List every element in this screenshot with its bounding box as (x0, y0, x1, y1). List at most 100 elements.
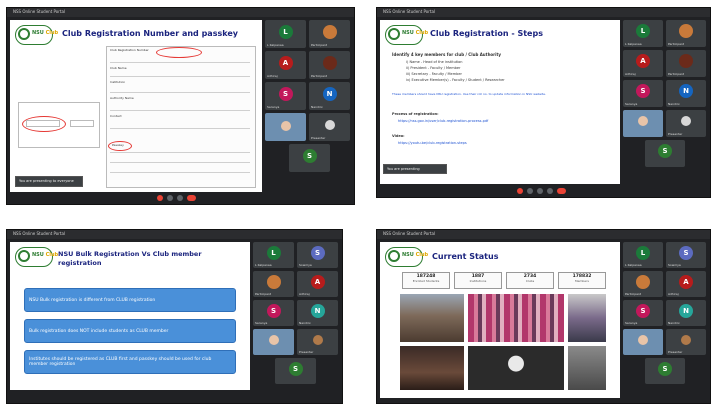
participant-tile[interactable]: N Nandini (297, 300, 338, 326)
participant-avatar: S (658, 144, 672, 159)
participant-photo (324, 119, 335, 130)
logo-accent: Club (415, 252, 429, 258)
participant-tile[interactable]: Participant (309, 51, 350, 79)
end-call-button[interactable] (557, 188, 566, 194)
form-field-label: Authority Name (110, 96, 134, 100)
popup-input[interactable] (70, 120, 94, 127)
popup-input[interactable] (26, 120, 60, 127)
participant-photo (679, 54, 693, 69)
logo-emblem-icon (388, 28, 400, 40)
window-titlebar: NSS Online Student Portal (7, 230, 342, 239)
participant-tile[interactable]: L L Kalpanaa (623, 242, 663, 268)
participant-tile[interactable]: S (645, 140, 685, 167)
comparison-point: Bulk registration does NOT include stude… (24, 319, 236, 343)
step-item: i) Name - Head of the institution (406, 60, 463, 64)
nsu-club-logo: NSU Club (15, 247, 58, 267)
form-line (110, 92, 250, 93)
participant-tile[interactable]: N Nandini (309, 82, 350, 110)
participant-tile[interactable]: Participant (623, 271, 663, 297)
mic-button[interactable] (157, 195, 163, 201)
self-view-video[interactable] (265, 113, 306, 141)
participant-tile[interactable]: Participant (666, 50, 706, 77)
participant-name: Saranya (255, 321, 268, 325)
self-view-face (638, 116, 648, 127)
slide-title-line1: NSU Bulk Registration Vs Club member (58, 250, 202, 258)
participant-tile[interactable]: S Sowmya (297, 242, 338, 268)
participant-tile[interactable]: S (645, 358, 685, 384)
camera-button[interactable] (167, 195, 173, 201)
end-call-button[interactable] (187, 195, 196, 201)
self-view-face (280, 121, 291, 132)
participant-avatar: S (636, 303, 650, 318)
captions-button[interactable] (537, 188, 543, 194)
participant-tile[interactable]: A Adhiraj (265, 51, 306, 79)
form-line (110, 76, 250, 77)
participant-name: Saranya (625, 102, 638, 106)
participant-avatar: S (278, 86, 293, 101)
video-label: Video: (392, 134, 405, 138)
participant-tile[interactable]: A Adhiraj (623, 50, 663, 77)
participant-tile[interactable]: A Adhiraj (297, 271, 338, 297)
screenshot-bulk-vs-club-registration: NSS Online Student Portal NSU Club NSU B… (6, 229, 343, 404)
participant-tile[interactable]: L L Kalpanaa (253, 242, 294, 268)
participant-avatar: N (679, 84, 693, 99)
video-link[interactable]: https://youtu.be/club-registration-steps (398, 141, 467, 145)
participant-photo (266, 274, 281, 289)
participant-tile[interactable]: Presenter (666, 329, 706, 355)
self-view-video[interactable] (623, 110, 663, 137)
participant-tile[interactable]: Presenter (666, 110, 706, 137)
participant-name: Adhiraj (668, 292, 679, 296)
participant-tile[interactable]: S Saranya (623, 300, 663, 326)
participant-tile[interactable]: A Adhiraj (666, 271, 706, 297)
logo-emblem-icon (388, 250, 400, 262)
present-button[interactable] (547, 188, 553, 194)
participant-name: Participant (255, 292, 272, 296)
logo-accent: Club (45, 30, 59, 36)
participant-photo (322, 24, 337, 39)
mic-button[interactable] (517, 188, 523, 194)
event-photo-classroom (400, 294, 464, 342)
participant-tile[interactable]: Presenter (297, 329, 338, 355)
present-button[interactable] (177, 195, 183, 201)
participant-name: Saranya (625, 321, 638, 325)
participant-tile[interactable]: Participant (666, 20, 706, 47)
participant-tile[interactable]: Participant (309, 20, 350, 48)
slide-title: Club Registration - Steps (430, 29, 543, 38)
participant-tile[interactable]: L L Kalpanaa (265, 20, 306, 48)
camera-button[interactable] (527, 188, 533, 194)
logo-text: NSU (32, 30, 44, 36)
step-item: iii) Secretary - Faculty / Member (406, 72, 462, 76)
participant-name: Participant (311, 74, 328, 78)
logo-text: NSU (32, 252, 44, 258)
window-titlebar: NSS Online Student Portal (377, 8, 710, 17)
event-photo-hall (568, 346, 606, 390)
process-link[interactable]: https://nss.gov.in/user/club-registratio… (398, 119, 488, 123)
logo-accent: Club (45, 252, 59, 258)
participant-tile[interactable]: S Sowmya (666, 242, 706, 268)
self-view-video[interactable] (253, 329, 294, 355)
participant-tile[interactable]: S (289, 144, 330, 172)
participant-tile[interactable]: S Saranya (253, 300, 294, 326)
participant-name: L Kalpanaa (625, 42, 642, 46)
participant-tile[interactable]: N Nandini (666, 80, 706, 107)
form-field-label: Club Name (110, 66, 127, 70)
logo-emblem-icon (18, 28, 30, 40)
participant-tile[interactable]: L L Kalpanaa (623, 20, 663, 47)
participant-grid: L L Kalpanaa Participant A Adhiraj Partici… (265, 20, 351, 190)
self-view-video[interactable] (623, 329, 663, 355)
participant-tile[interactable]: Participant (253, 271, 294, 297)
window-title: NSS Online Student Portal (383, 9, 436, 14)
comparison-point: Institutes should be registered as CLUB … (24, 350, 236, 374)
window-titlebar: NSS Online Student Portal (7, 8, 354, 17)
participant-photo (679, 24, 693, 39)
participant-tile[interactable]: Presenter (309, 113, 350, 141)
screenshot-club-registration-steps: NSS Online Student Portal NSU Club Club … (376, 7, 711, 198)
participant-tile[interactable]: S Saranya (623, 80, 663, 107)
logo-text: NSU (402, 252, 414, 258)
participant-tile[interactable]: S Saranya (265, 82, 306, 110)
participant-name: Saranya (267, 105, 280, 109)
participant-tile[interactable]: S (275, 358, 316, 384)
participant-avatar: S (310, 245, 325, 260)
window-titlebar: NSS Online Student Portal (377, 230, 710, 239)
participant-tile[interactable]: N Nandini (666, 300, 706, 326)
